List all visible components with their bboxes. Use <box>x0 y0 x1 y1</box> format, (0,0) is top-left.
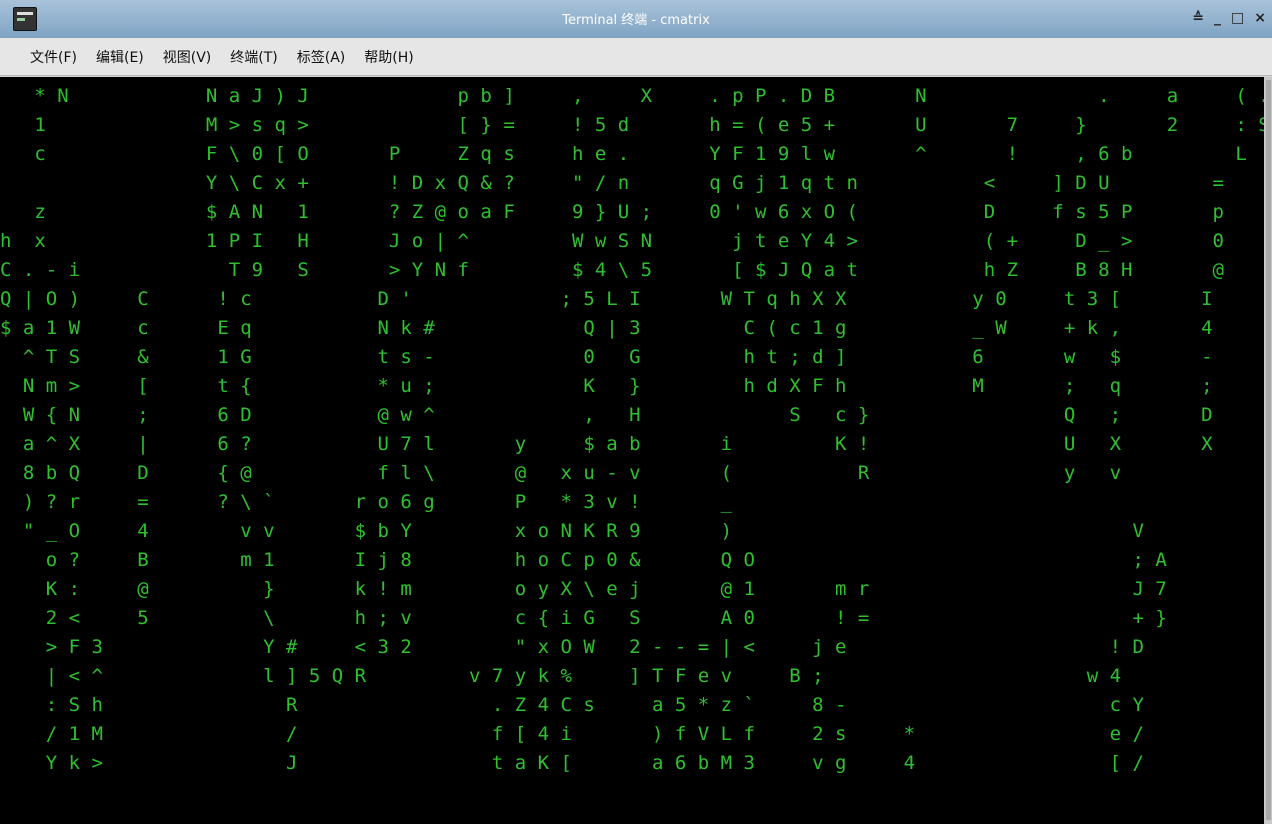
menu-file[interactable]: 文件(F) <box>30 47 77 67</box>
terminal-line: Q | O ) C ! c D ' ; 5 L I W T q h X X y … <box>0 288 1213 310</box>
menu-bar: 文件(F) 编辑(E) 视图(V) 终端(T) 标签(A) 帮助(H) <box>0 38 1272 76</box>
menu-edit[interactable]: 编辑(E) <box>96 47 144 67</box>
terminal-line: h x 1 P I H J o | ^ W w S N j t e Y 4 > … <box>0 230 1224 252</box>
terminal-line: a ^ X | 6 ? U 7 l y $ a b i K ! U X X <box>0 433 1213 455</box>
terminal-line: ) ? r = ? \ ` r o 6 g P * 3 v ! _ <box>0 491 733 513</box>
menu-view[interactable]: 视图(V) <box>163 47 212 67</box>
terminal-line: W { N ; 6 D @ w ^ , H S c } Q ; D <box>0 404 1213 426</box>
window-title: Terminal 终端 - cmatrix <box>562 13 710 28</box>
terminal-line: 2 < 5 \ h ; v c { i G S A 0 ! = + } <box>0 607 1167 629</box>
terminal-line: * N N a J ) J p b ] , X . p P . D B N . … <box>0 85 1264 107</box>
terminal-line: / 1 M / f [ 4 i ) f V L f 2 s * e / <box>0 723 1144 745</box>
maximize-icon[interactable]: □ <box>1231 10 1244 26</box>
terminal-line: Y k > J t a K [ a 6 b M 3 v g 4 [ / <box>0 752 1144 774</box>
terminal-line: $ a 1 W c E q N k # Q | 3 C ( c 1 g _ W … <box>0 317 1213 339</box>
terminal-line: Y \ C x + ! D x Q & ? " / n q G j 1 q t … <box>0 172 1224 194</box>
terminal-line: | < ^ l ] 5 Q R v 7 y k % ] T F e v B ; … <box>0 665 1122 687</box>
terminal-line: 8 b Q D { @ f l \ @ x u - v ( R y v <box>0 462 1122 484</box>
title-bar: Terminal 终端 - cmatrix ≙ _ □ × <box>0 0 1272 39</box>
close-icon[interactable]: × <box>1254 10 1266 26</box>
minimize-icon[interactable]: _ <box>1214 10 1221 26</box>
terminal-line: " _ O 4 v v $ b Y x o N K R 9 ) V <box>0 520 1144 542</box>
scrollbar-thumb[interactable] <box>1266 80 1271 820</box>
shade-icon[interactable]: ≙ <box>1192 10 1204 26</box>
terminal-line: 1 M > s q > [ } = ! 5 d h = ( e 5 + U 7 … <box>0 114 1264 136</box>
window-controls: ≙ _ □ × <box>1192 10 1266 26</box>
terminal-line: c F \ 0 [ O P Z q s h e . Y F 1 9 l w ^ … <box>0 143 1247 165</box>
terminal-line: ^ T S & 1 G t s - 0 G h t ; d ] 6 w $ - <box>0 346 1213 368</box>
terminal-line: > F 3 Y # < 3 2 " x O W 2 - - = | < j e … <box>0 636 1144 658</box>
terminal-line: : S h R . Z 4 C s a 5 * z ` 8 - c Y <box>0 694 1144 716</box>
menu-tabs[interactable]: 标签(A) <box>297 47 346 67</box>
terminal-line: o ? B m 1 I j 8 h o C p 0 & Q O ; A <box>0 549 1167 571</box>
terminal-line: C . - i T 9 S > Y N f $ 4 \ 5 [ $ J Q a … <box>0 259 1224 281</box>
menu-help[interactable]: 帮助(H) <box>364 47 413 67</box>
terminal-output[interactable]: * N N a J ) J p b ] , X . p P . D B N . … <box>0 77 1264 824</box>
terminal-line: K : @ } k ! m o y X \ e j @ 1 m r J 7 <box>0 578 1167 600</box>
terminal-line: N m > [ t { * u ; K } h d X F h M ; q ; <box>0 375 1213 397</box>
menu-terminal[interactable]: 终端(T) <box>230 47 277 67</box>
terminal-line: z $ A N 1 ? Z @ o a F 9 } U ; 0 ' w 6 x … <box>0 201 1224 223</box>
